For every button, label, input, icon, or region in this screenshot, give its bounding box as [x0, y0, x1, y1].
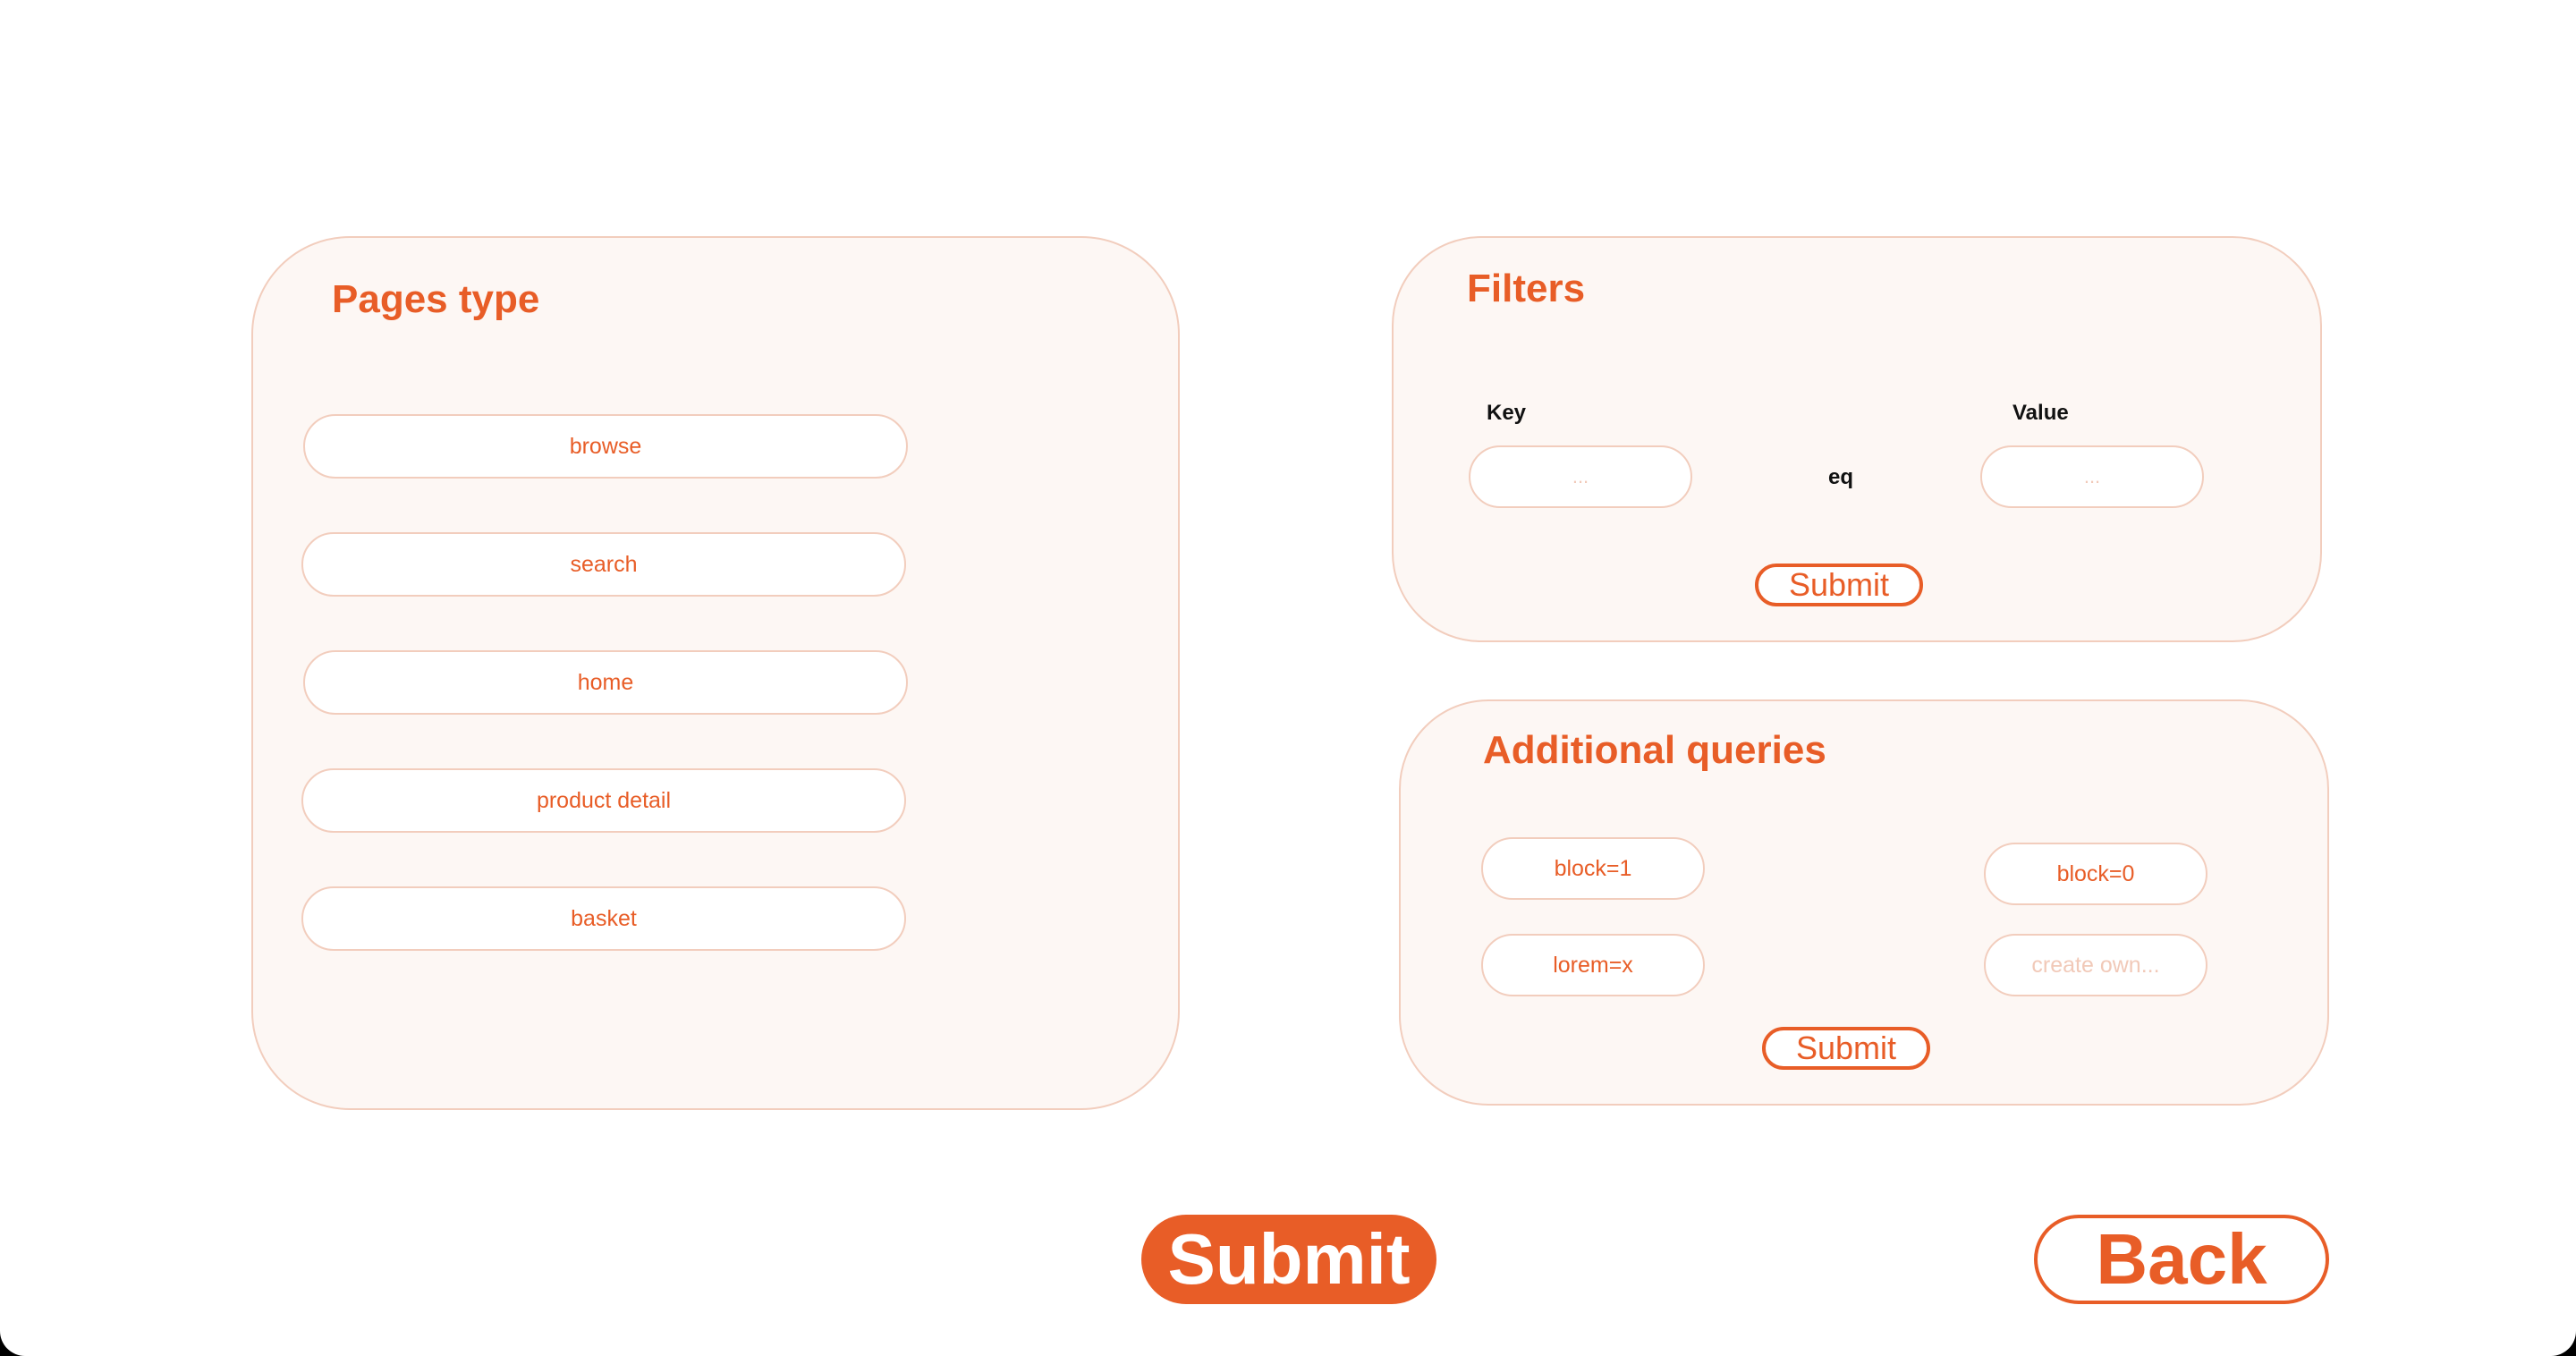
- screen: Pages type browse search home product de…: [0, 0, 2576, 1356]
- query-lorem-x-button[interactable]: lorem=x: [1481, 934, 1705, 996]
- key-input[interactable]: [1469, 445, 1692, 508]
- page-type-product-detail-button[interactable]: product detail: [301, 768, 906, 833]
- back-button[interactable]: Back: [2034, 1215, 2329, 1304]
- filters-submit-button[interactable]: Submit: [1755, 564, 1923, 606]
- operator-label: eq: [1828, 465, 1854, 489]
- query-block-1-button[interactable]: block=1: [1481, 837, 1705, 900]
- value-input[interactable]: [1980, 445, 2204, 508]
- main-submit-button[interactable]: Submit: [1141, 1215, 1436, 1304]
- page-type-browse-button[interactable]: browse: [303, 414, 908, 479]
- additional-queries-panel: Additional queries block=1 block=0 lorem…: [1399, 699, 2329, 1106]
- filters-title: Filters: [1467, 267, 1586, 310]
- page-type-home-button[interactable]: home: [303, 650, 908, 715]
- filters-panel: Filters Key Value eq Submit: [1392, 236, 2322, 642]
- page-type-basket-button[interactable]: basket: [301, 886, 906, 951]
- query-block-0-button[interactable]: block=0: [1984, 843, 2207, 905]
- create-own-query-button[interactable]: create own...: [1984, 934, 2207, 996]
- key-label: Key: [1487, 401, 1527, 425]
- additional-queries-title: Additional queries: [1483, 728, 1826, 772]
- pages-type-panel: Pages type browse search home product de…: [251, 236, 1180, 1110]
- queries-submit-button[interactable]: Submit: [1762, 1027, 1930, 1070]
- value-label: Value: [2012, 401, 2069, 425]
- pages-type-title: Pages type: [332, 277, 540, 321]
- page-type-search-button[interactable]: search: [301, 532, 906, 597]
